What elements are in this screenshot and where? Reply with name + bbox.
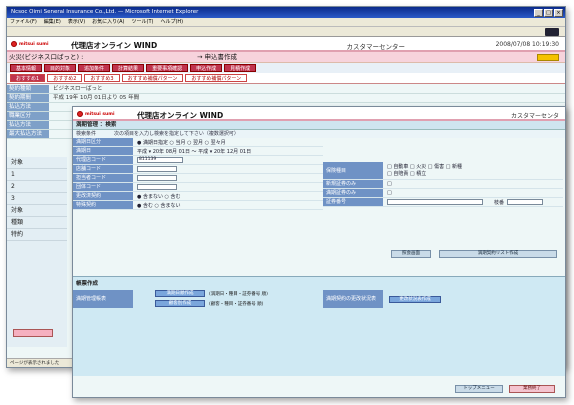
back-pink-button[interactable] [13,329,53,337]
back-side-table: 対象 1 2 3 対象 種類 特約 [7,157,67,347]
tab-confirm[interactable]: 重要事項確認 [146,64,189,72]
menu-favorites[interactable]: お気に入り(A) [92,18,124,26]
form-row: 団体コード [73,183,323,192]
form-row: 契約期間 平成 19年 10月 01日より 05 年間 [7,94,565,103]
new-only-checkbox[interactable]: □ [383,181,392,187]
subtab-pattern-2[interactable]: おすすめ補償パターン [185,74,248,82]
search-instructions: 検索条件 次の項目を入力し検索を指定して下さい（複数選択可） [73,130,565,138]
menu-view[interactable]: 表示(V) [68,18,85,26]
minimize-icon[interactable]: _ [534,8,543,17]
tab-application[interactable]: 申込作成 [190,64,223,72]
special-radios[interactable]: ● 含む ○ 含まない [133,202,181,209]
tab-target[interactable]: 目的対象 [44,64,77,72]
app-name: 代理店オンライン WIND [137,111,224,120]
form-row: 満期日区分 ● 満期日指定 ○ 当月 ○ 翌月 ○ 翌々月 [73,138,323,147]
main-tabs: 基本情報 目的対象 追加条件 計算結果 重要事項確認 申込作成 見積作成 [7,63,565,73]
step-label: → 申込書作成 [197,53,238,61]
tab-basic[interactable]: 基本情報 [10,64,43,72]
form-row: 更改済契約 ● 含まない ○ 含む [73,192,323,201]
report-section-title: 帳票作成 [76,281,99,287]
recommend-tabs: おすすめ1 おすすめ2 おすすめ3 おすすめ補償パターン おすすめ補償パターン [7,73,565,84]
subtab-1[interactable]: おすすめ1 [10,74,46,82]
report-section: 帳票作成 満期管理帳表 満期日順作成 (満期日・種目・証券番号 順) 顧客別作成… [73,276,565,376]
end-work-button[interactable]: 業務終了 [509,385,555,393]
company-logo: mitsui sumi [11,41,49,47]
form-row: 証券番号 枝番 [323,198,563,207]
front-app-header: mitsui sumi 代理店オンライン WIND カスタマーセンタ [73,107,565,121]
agency-code-input[interactable]: 811139 [137,157,183,163]
expiry-date-range[interactable]: 平成 ▾ 20年 08月 01日 〜 平成 ▾ 20年 12月 01日 [133,148,251,155]
menu-file[interactable]: ファイル(F) [10,18,37,26]
side-cell: 種類 [7,217,67,229]
side-cell: 対象 [7,205,67,217]
expiry-type-radios[interactable]: ● 満期日指定 ○ 当月 ○ 翌月 ○ 翌々月 [133,139,226,146]
expiry-date-order-button[interactable]: 満期日順作成 [155,290,205,297]
back-menu-bar: ファイル(F) 編集(E) 表示(V) お気に入り(A) ツール(T) ヘルプ(… [7,18,565,27]
product-bar: 火災(ビジネス口ばっと) : → 申込書作成 [7,52,565,63]
page-title: 満期管理 ：検索 [73,121,565,130]
store-code-input[interactable] [137,166,177,172]
form-row: 店舗コード [73,165,323,174]
windows-logo-icon [545,28,559,36]
subtab-pattern-1[interactable]: おすすめ補償パターン [121,74,184,82]
report-row: 満期契約の更改状況表 更改状況表作成 [323,290,441,308]
side-cell: 対象 [7,157,67,169]
back-title-bar: Ncsoc Oimi Seneral Insurance Co.,Ltd. — … [7,7,565,18]
side-cell: 1 [7,169,67,181]
search-button[interactable]: 照会画面 [391,250,431,258]
form-row: 満期証券のみ □ [323,189,563,198]
form-row: 特殊契約 ● 含む ○ 含まない [73,201,323,210]
tab-additional[interactable]: 追加条件 [78,64,111,72]
logo-icon [77,111,83,117]
customer-order-note: (顧客・種目・証券番号 順) [209,301,264,307]
menu-edit[interactable]: 編集(E) [44,18,61,26]
back-window-title: Ncsoc Oimi Seneral Insurance Co.,Ltd. — … [11,9,199,15]
renewed-radios[interactable]: ● 含まない ○ 含む [133,193,181,200]
company-logo: mitsui sumi [77,111,115,117]
form-row: 担当者コード [73,174,323,183]
help-button[interactable] [537,54,559,61]
tab-result[interactable]: 計算結果 [112,64,145,72]
back-toolbar [7,27,565,37]
customer-order-button[interactable]: 顧客別作成 [155,300,205,307]
top-menu-button[interactable]: トップメニュー [455,385,503,393]
menu-tools[interactable]: ツール(T) [132,18,154,26]
subtab-3[interactable]: おすすめ3 [84,74,120,82]
report-row: 満期管理帳表 [73,290,133,308]
side-cell: 3 [7,193,67,205]
menu-help[interactable]: ヘルプ(H) [160,18,183,26]
form-row: 満期日 平成 ▾ 20年 08月 01日 〜 平成 ▾ 20年 12月 01日 [73,147,323,156]
form-row: 契約種類 ビジネスロ一ばっと [7,85,565,94]
create-list-button[interactable]: 満期契約リスト作成 [439,250,557,258]
back-app-header: mitsui sumi 代理店オンライン WIND カスタマーセンター 2008… [7,37,565,52]
app-name: 代理店オンライン WIND [71,41,158,50]
datetime: 2008/07/08 10:19:30 [495,41,559,48]
side-cell: 2 [7,181,67,193]
subtab-2[interactable]: おすすめ2 [47,74,83,82]
close-icon[interactable]: × [554,8,563,17]
maximize-icon[interactable]: □ [544,8,553,17]
search-form-right: 保険種目 □ 自動車 □ 火災 □ 傷害 □ 新種 □ 自賠責 □ 積立 新規証券… [323,162,563,207]
expiry-only-checkbox[interactable]: □ [383,190,392,196]
seq-label: 枝番 [494,199,505,206]
customer-center-label: カスタマーセンター [346,43,406,51]
search-form-left: 満期日区分 ● 満期日指定 ○ 当月 ○ 翌月 ○ 翌々月 満期日 平成 ▾ 20年… [73,138,323,210]
side-cell: 特約 [7,229,67,241]
renewal-status-button[interactable]: 更改状況表作成 [389,295,441,303]
staff-code-input[interactable] [137,175,177,181]
form-row: 新規証券のみ □ [323,180,563,189]
expiry-date-order-note: (満期日・種目・証券番号 順) [209,291,268,297]
insurance-type-checkboxes[interactable]: □ 自動車 □ 火災 □ 傷害 □ 新種 □ 自賠責 □ 積立 [383,164,462,178]
form-row: 保険種目 □ 自動車 □ 火災 □ 傷害 □ 新種 □ 自賠責 □ 積立 [323,162,563,180]
logo-icon [11,41,17,47]
policy-number-input[interactable] [387,199,483,205]
product-name: 火災(ビジネス口ばっと) : [9,53,84,61]
group-code-input[interactable] [137,184,177,190]
front-app-window: mitsui sumi 代理店オンライン WIND カスタマーセンタ 満期管理 … [72,106,566,398]
report-buttons: 満期日順作成 (満期日・種目・証券番号 順) 顧客別作成 (顧客・種目・証券番号… [155,290,268,307]
tab-estimate[interactable]: 見積作成 [224,64,257,72]
form-row: 代理店コード 811139 [73,156,323,165]
customer-center-label: カスタマーセンタ [510,113,559,120]
seq-input[interactable] [507,199,544,205]
